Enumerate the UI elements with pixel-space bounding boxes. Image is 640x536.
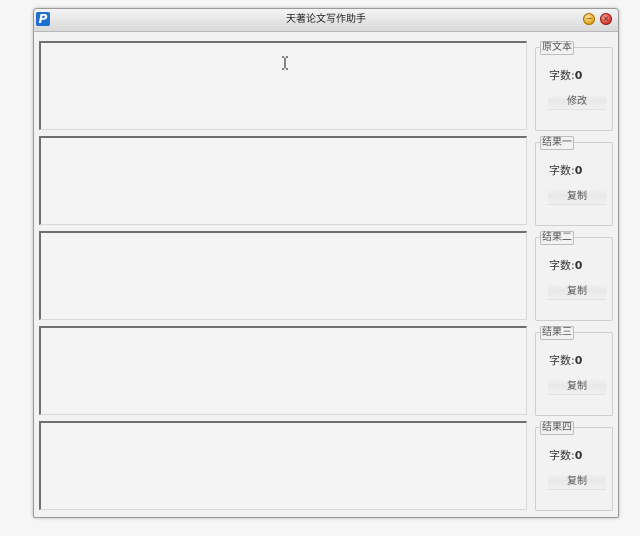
word-count-label: 字数: <box>549 259 575 272</box>
copy-result-two-button[interactable]: 复制 <box>548 283 606 300</box>
minimize-icon: − <box>585 14 593 23</box>
text-cursor-icon <box>282 56 288 70</box>
result-two-text[interactable] <box>39 231 527 320</box>
result-one-row: 结果一 字数:0 复制 <box>34 136 618 228</box>
result-two-group: 结果二 字数:0 复制 <box>535 231 613 321</box>
word-count-value: 0 <box>574 259 583 272</box>
word-count-label: 字数: <box>549 164 575 177</box>
group-label-original: 原文本 <box>540 41 574 55</box>
word-count-value: 0 <box>574 449 583 462</box>
result-four-group: 结果四 字数:0 复制 <box>535 421 613 511</box>
group-label-result-four: 结果四 <box>540 421 574 435</box>
word-count-result-four: 字数:0 <box>549 447 582 463</box>
result-three-group: 结果三 字数:0 复制 <box>535 326 613 416</box>
word-count-value: 0 <box>574 354 583 367</box>
copy-result-four-button[interactable]: 复制 <box>548 473 606 490</box>
word-count-label: 字数: <box>549 354 575 367</box>
word-count-result-one: 字数:0 <box>549 162 582 178</box>
word-count-label: 字数: <box>549 69 575 82</box>
word-count-value: 0 <box>574 69 583 82</box>
word-count-result-two: 字数:0 <box>549 257 582 273</box>
original-text-group: 原文本 字数:0 修改 <box>535 41 613 131</box>
word-count-value: 0 <box>574 164 583 177</box>
result-four-text[interactable] <box>39 421 527 510</box>
original-text-row: 原文本 字数:0 修改 <box>34 41 618 133</box>
modify-button[interactable]: 修改 <box>548 93 606 110</box>
result-one-text[interactable] <box>39 136 527 225</box>
result-one-group: 结果一 字数:0 复制 <box>535 136 613 226</box>
word-count-result-three: 字数:0 <box>549 352 582 368</box>
minimize-button[interactable]: − <box>583 13 595 25</box>
result-two-row: 结果二 字数:0 复制 <box>34 231 618 323</box>
result-three-row: 结果三 字数:0 复制 <box>34 326 618 418</box>
copy-result-one-button[interactable]: 复制 <box>548 188 606 205</box>
group-label-result-one: 结果一 <box>540 136 574 150</box>
original-text-input[interactable] <box>39 41 527 130</box>
close-button[interactable]: × <box>600 13 612 25</box>
main-window: P 天著论文写作助手 − × 原文本 字数:0 修改 结果一 字数:0 复制 结… <box>33 8 619 518</box>
word-count-label: 字数: <box>549 449 575 462</box>
close-icon: × <box>602 14 610 23</box>
word-count-original: 字数:0 <box>549 67 582 83</box>
window-title: 天著论文写作助手 <box>286 14 366 25</box>
result-four-row: 结果四 字数:0 复制 <box>34 421 618 513</box>
title-bar[interactable]: P 天著论文写作助手 − × <box>34 9 618 32</box>
result-three-text[interactable] <box>39 326 527 415</box>
group-label-result-three: 结果三 <box>540 326 574 340</box>
copy-result-three-button[interactable]: 复制 <box>548 378 606 395</box>
group-label-result-two: 结果二 <box>540 231 574 245</box>
